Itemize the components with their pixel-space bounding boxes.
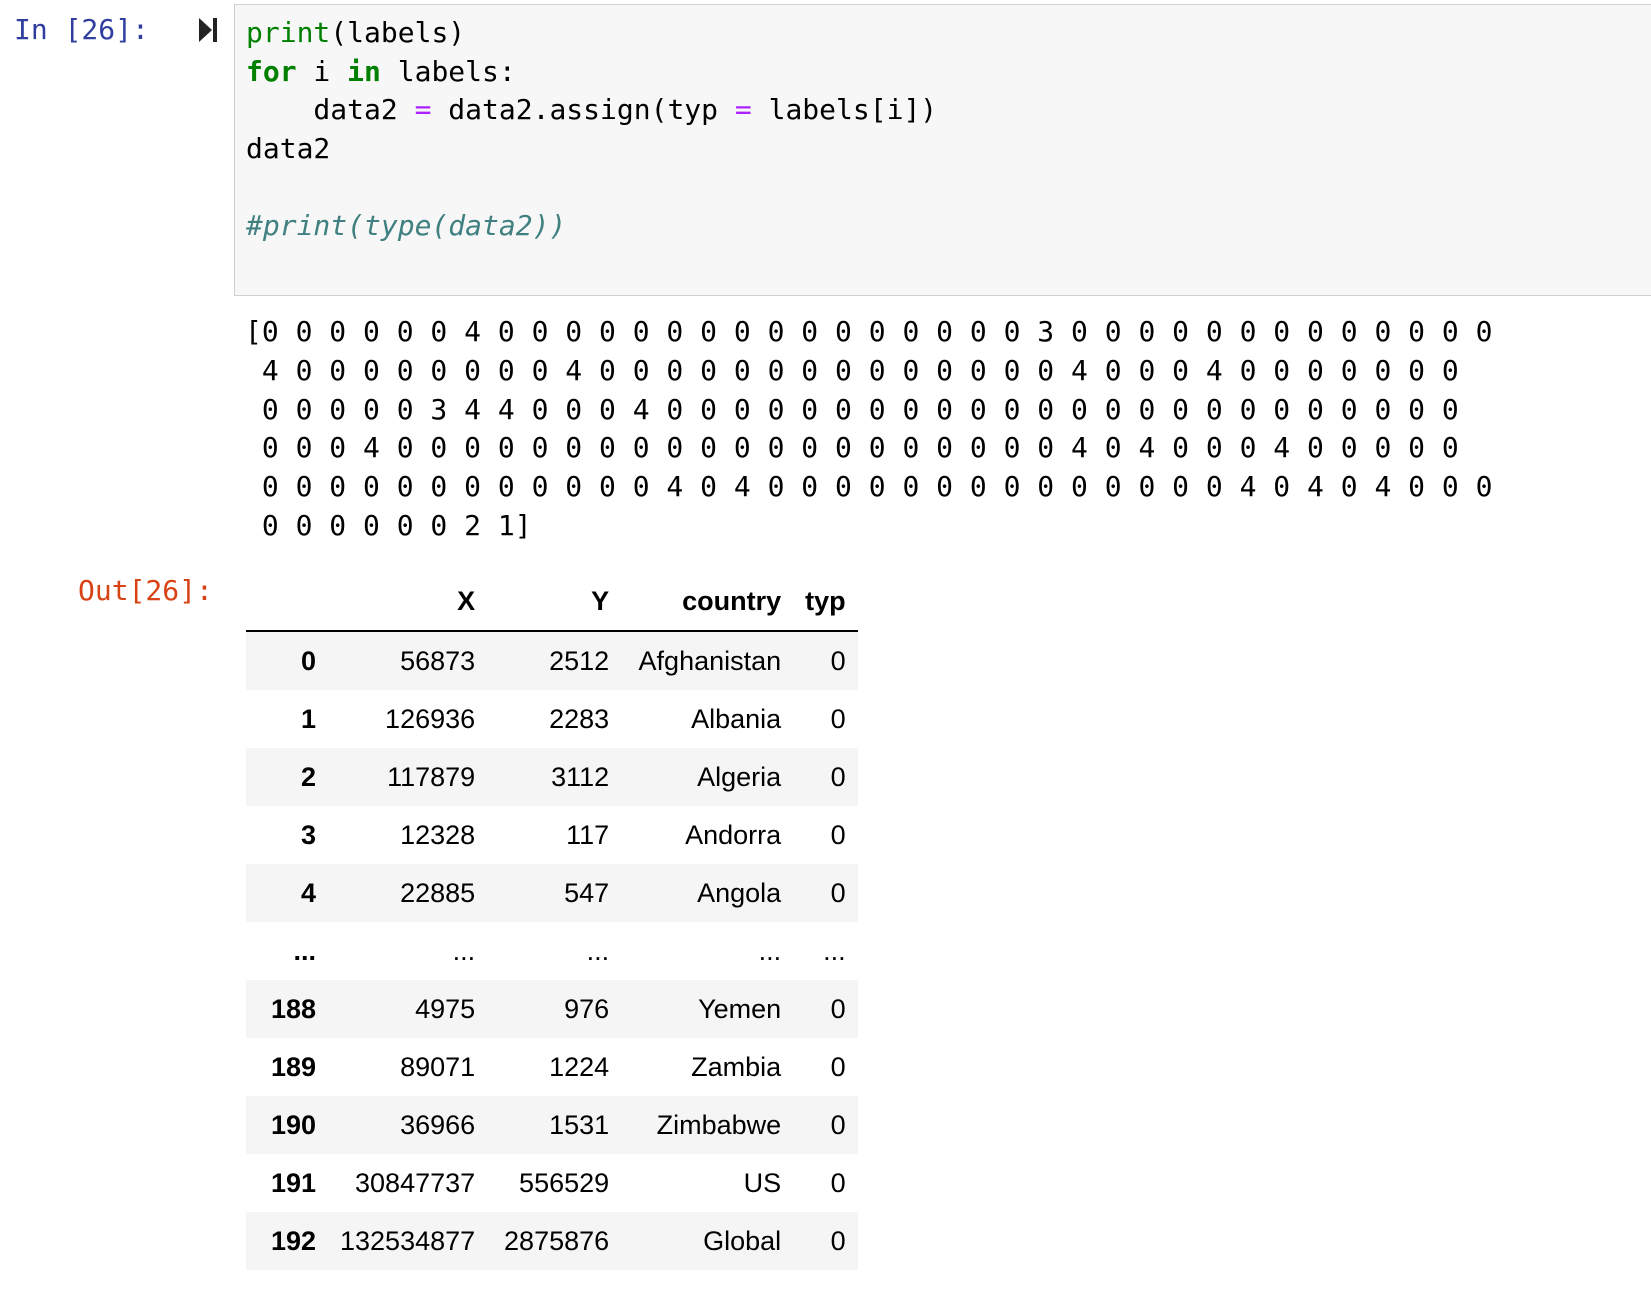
cell-typ: 0: [830, 761, 846, 792]
cell-y: 2283: [549, 703, 610, 734]
code-token: =: [414, 93, 432, 126]
row-index: 4: [300, 877, 316, 908]
column-header-index: [246, 572, 328, 632]
cell-typ: 0: [830, 1109, 846, 1140]
row-index: 1: [300, 703, 316, 734]
cell-x: 12328: [400, 819, 476, 850]
row-index: 188: [270, 993, 316, 1024]
output-prompt: Out[26]:: [78, 574, 213, 607]
code-token: print: [246, 16, 331, 49]
column-header-x: X: [328, 572, 488, 632]
cell-country: ...: [758, 935, 782, 966]
cell-country: Andorra: [685, 819, 782, 850]
cell-y: 3112: [551, 761, 610, 792]
cell-x: 36966: [400, 1109, 476, 1140]
cell-country: Zambia: [691, 1051, 782, 1082]
row-index: 0: [300, 645, 316, 676]
row-index: ...: [293, 935, 316, 966]
table-row: 189 89071 1224 Zambia 0: [246, 1038, 858, 1096]
code-token: in: [347, 54, 381, 88]
row-index: 190: [270, 1109, 316, 1140]
table-row: 2 117879 3112 Algeria 0: [246, 748, 858, 806]
cell-y: 556529: [519, 1167, 610, 1198]
cell-y: 1531: [549, 1109, 610, 1140]
cell-x: 132534877: [340, 1225, 476, 1256]
cell-y: 2512: [549, 645, 610, 676]
code-token: i: [296, 54, 348, 88]
code-token: data2.assign(typ: [431, 93, 735, 126]
row-index: 2: [300, 761, 316, 792]
cell-x: 4975: [415, 993, 476, 1024]
cell-country: Zimbabwe: [656, 1109, 782, 1140]
table-row: 190 36966 1531 Zimbabwe 0: [246, 1096, 858, 1154]
cell-x: 56873: [400, 645, 476, 676]
cell-x: 22885: [400, 877, 476, 908]
cell-x: 89071: [400, 1051, 476, 1082]
row-index: 191: [270, 1167, 316, 1198]
table-row: 0 56873 2512 Afghanistan 0: [246, 631, 858, 690]
cell-y: 976: [564, 993, 610, 1024]
cell-typ: 0: [830, 1167, 846, 1198]
cell-y: 2875876: [504, 1225, 610, 1256]
cell-typ: 0: [830, 1051, 846, 1082]
cell-typ: 0: [830, 703, 846, 734]
stdout-line: 4 0 0 0 0 0 0 0 0 4 0 0 0 0 0 0 0 0 0 0 …: [245, 353, 1459, 387]
table-row: 3 12328 117 Andorra 0: [246, 806, 858, 864]
cell-country: Global: [703, 1225, 782, 1256]
cell-country: Algeria: [697, 761, 782, 792]
column-header-y: Y: [487, 572, 622, 632]
cell-typ: 0: [830, 819, 846, 850]
cell-x: 126936: [385, 703, 476, 734]
code-token: labels[i]): [751, 93, 938, 126]
cell-country: Angola: [697, 877, 782, 908]
dataframe-table: X Y country typ 0 56873 2512 Afghanistan…: [246, 572, 858, 1270]
code-token: for: [246, 54, 297, 88]
code-token: (labels): [330, 16, 466, 49]
stdout-line: [0 0 0 0 0 0 4 0 0 0 0 0 0 0 0 0 0 0 0 0…: [245, 315, 1493, 348]
code-token: labels:: [380, 54, 516, 88]
column-header-country: country: [621, 572, 794, 632]
cell-y: 1224: [549, 1051, 610, 1082]
cell-typ: 0: [830, 645, 846, 676]
code-token: =: [734, 93, 752, 126]
cell-x: 117879: [387, 761, 476, 792]
cell-country: US: [743, 1167, 782, 1198]
cell-x: 30847737: [355, 1167, 476, 1198]
cell-country: Afghanistan: [638, 645, 782, 676]
table-row: 191 30847737 556529 US 0: [246, 1154, 858, 1212]
stdout-line: 0 0 0 0 0 3 4 4 0 0 0 4 0 0 0 0 0 0 0 0 …: [245, 392, 1459, 426]
table-row: 4 22885 547 Angola 0: [246, 864, 858, 922]
cell-typ: 0: [830, 1225, 846, 1256]
code-editor[interactable]: print(labels) for i in labels: data2 = d…: [246, 14, 937, 245]
cell-y: 547: [564, 877, 610, 908]
cell-x: ...: [452, 935, 476, 966]
code-input-area[interactable]: print(labels) for i in labels: data2 = d…: [234, 4, 1651, 296]
table-header-row: X Y country typ: [246, 572, 858, 632]
code-comment: #print(type(data2)): [246, 208, 567, 242]
cell-y: 117: [566, 819, 610, 850]
cell-typ: ...: [823, 935, 846, 966]
stdout-line: 0 0 0 0 0 0 2 1]: [245, 508, 532, 542]
code-token: data2: [246, 131, 331, 165]
cell-y: ...: [586, 935, 610, 966]
table-row: 1 126936 2283 Albania 0: [246, 690, 858, 748]
row-index: 189: [270, 1051, 316, 1082]
cell-typ: 0: [830, 993, 846, 1024]
table-row-ellipsis: ... ... ... ... ...: [246, 922, 858, 980]
cell-typ: 0: [830, 877, 846, 908]
stdout-line: 0 0 0 0 0 0 0 0 0 0 0 0 4 0 4 0 0 0 0 0 …: [245, 470, 1493, 504]
cell-country: Albania: [691, 703, 782, 734]
table-row: 192 132534877 2875876 Global 0: [246, 1212, 858, 1270]
column-header-typ: typ: [793, 572, 858, 632]
table-row: 188 4975 976 Yemen 0: [246, 980, 858, 1038]
stdout-line: 0 0 0 4 0 0 0 0 0 0 0 0 0 0 0 0 0 0 0 0 …: [245, 431, 1459, 465]
code-token: data2: [246, 93, 415, 126]
cell-country: Yemen: [698, 993, 782, 1024]
input-prompt: In [26]:: [14, 13, 149, 46]
run-cell-icon[interactable]: [198, 16, 218, 44]
row-index: 3: [300, 819, 316, 850]
stdout-output: [0 0 0 0 0 0 4 0 0 0 0 0 0 0 0 0 0 0 0 0…: [245, 313, 1492, 546]
row-index: 192: [270, 1225, 316, 1256]
